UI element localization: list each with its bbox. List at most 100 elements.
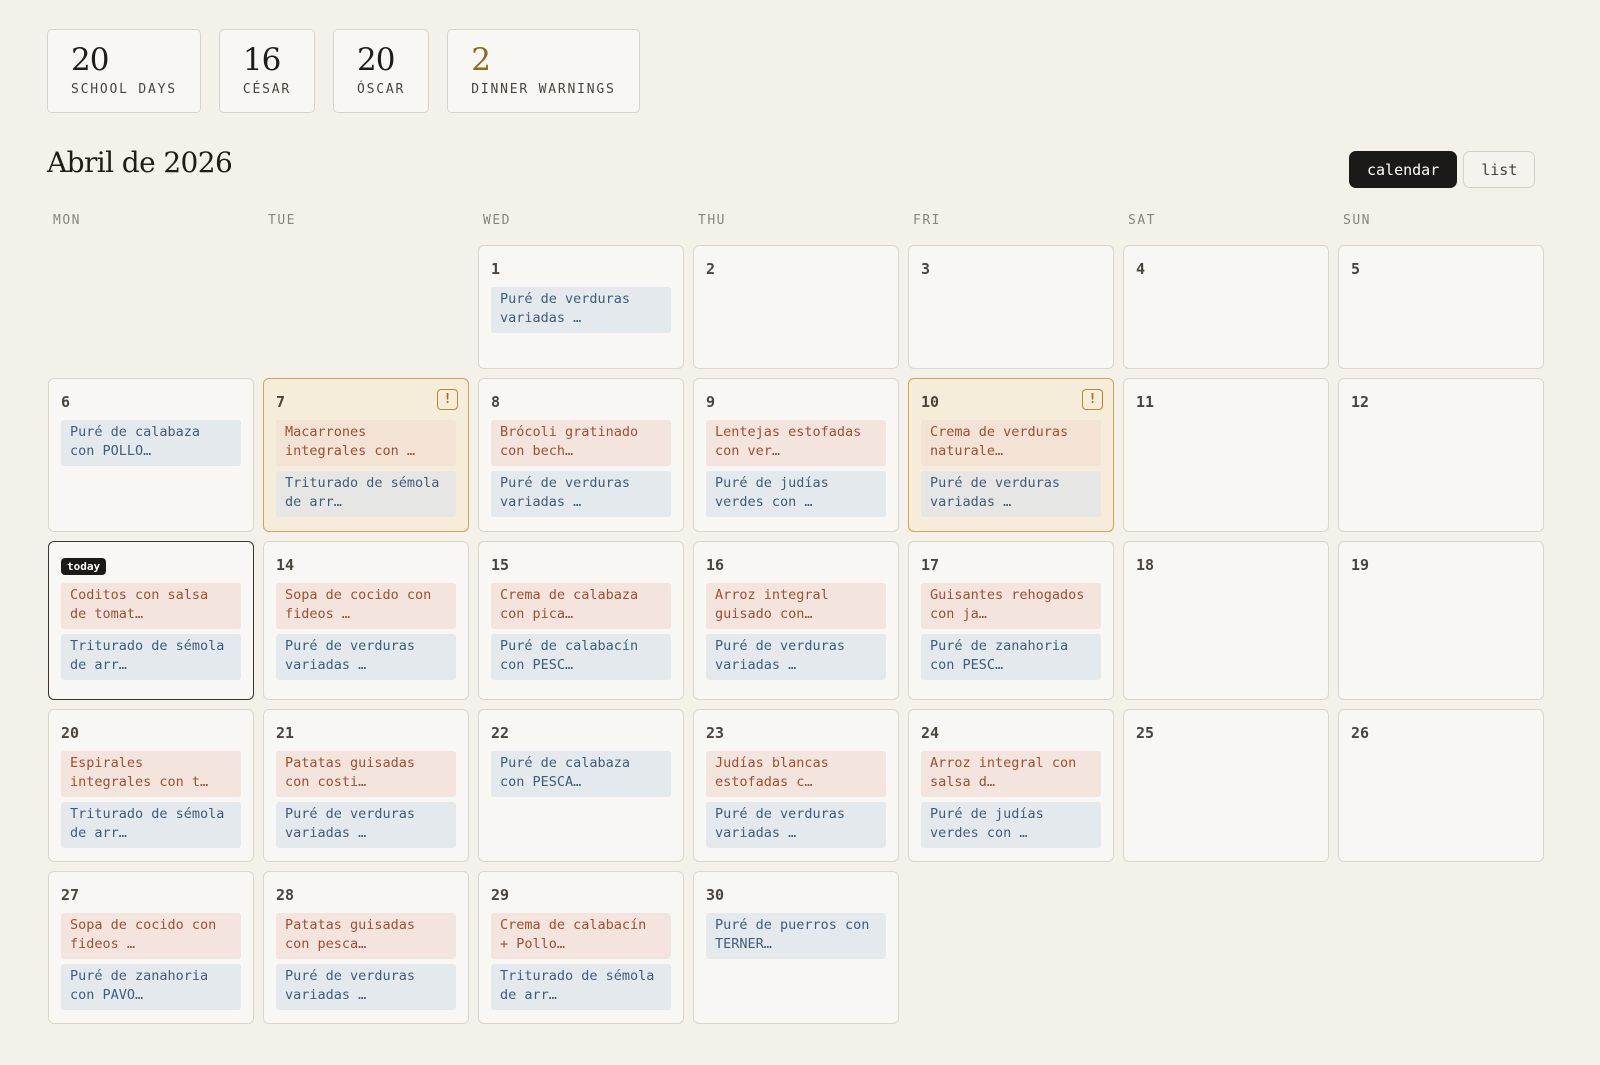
day-number: 9 [706, 393, 716, 411]
day-number: 15 [491, 556, 510, 574]
dinner-meal[interactable]: Puré de verduras variadas … [921, 471, 1101, 517]
stat-value: 16 [242, 42, 281, 78]
day-number: 30 [706, 886, 725, 904]
calendar-day[interactable]: 26 [1338, 709, 1544, 862]
lunch-meal[interactable]: Brócoli gratinado con bech… [491, 420, 671, 466]
calendar-day[interactable]: 7! Macarrones integrales con … Triturado d… [263, 378, 469, 532]
calendar-day[interactable]: 29 Crema de calabacín + Pollo… Triturado d… [478, 871, 684, 1024]
calendar-day[interactable]: 3 [908, 245, 1114, 369]
calendar-day[interactable]: 19 [1338, 541, 1544, 700]
day-number: 8 [491, 393, 501, 411]
dinner-meal[interactable]: Puré de calabaza con PESCA… [491, 751, 671, 797]
day-number: 18 [1136, 556, 1155, 574]
day-number: 7 [276, 393, 286, 411]
dinner-meal[interactable]: Puré de verduras variadas … [276, 964, 456, 1010]
calendar-day[interactable]: 17 Guisantes rehogados con ja… Puré de zan… [908, 541, 1114, 700]
dinner-meal[interactable]: Puré de zanahoria con PESC… [921, 634, 1101, 680]
calendar-day[interactable]: 16 Arroz integral guisado con… Puré de ver… [693, 541, 899, 700]
calendar-day[interactable]: 2 [693, 245, 899, 369]
lunch-meal[interactable]: Sopa de cocido con fideos … [276, 583, 456, 629]
dinner-meal[interactable]: Triturado de sémola de arr… [491, 964, 671, 1010]
calendar-day[interactable]: 20 Espirales integrales con t… Triturado d… [48, 709, 254, 862]
lunch-meal[interactable]: Patatas guisadas con costi… [276, 751, 456, 797]
calendar-day[interactable]: 27 Sopa de cocido con fideos … Puré de zan… [48, 871, 254, 1024]
day-number: 1 [491, 260, 501, 278]
day-number: 29 [491, 886, 510, 904]
stat-label: ÓSCAR [357, 82, 406, 97]
stat-value: 20 [357, 42, 395, 78]
day-number: 16 [706, 556, 725, 574]
calendar-day[interactable]: 6 Puré de calabaza con POLLO… [48, 378, 254, 532]
day-number: 3 [921, 260, 931, 278]
day-header: today [61, 556, 241, 578]
dinner-meal[interactable]: Puré de judías verdes con … [921, 802, 1101, 848]
lunch-meal[interactable]: Sopa de cocido con fideos … [61, 913, 241, 959]
dinner-meal[interactable]: Puré de verduras variadas … [276, 802, 456, 848]
calendar-day[interactable]: 5 [1338, 245, 1544, 369]
calendar-day[interactable]: 8 Brócoli gratinado con bech… Puré de verd… [478, 378, 684, 532]
dinner-meal[interactable]: Puré de calabacín con PESC… [491, 634, 671, 680]
lunch-meal[interactable]: Arroz integral guisado con… [706, 583, 886, 629]
dinner-meal[interactable]: Puré de puerros con TERNER… [706, 913, 886, 959]
calendar-day[interactable]: 25 [1123, 709, 1329, 862]
day-number: 11 [1136, 393, 1155, 411]
calendar-day[interactable]: 18 [1123, 541, 1329, 700]
calendar-day[interactable]: 14 Sopa de cocido con fideos … Puré de ver… [263, 541, 469, 700]
dinner-meal[interactable]: Puré de zanahoria con PAVO… [61, 964, 241, 1010]
dinner-meal[interactable]: Puré de verduras variadas … [276, 634, 456, 680]
stat-label: DINNER WARNINGS [471, 82, 616, 97]
day-number: 10 [921, 393, 940, 411]
day-number: 12 [1351, 393, 1370, 411]
list-view-button[interactable]: list [1463, 151, 1536, 188]
calendar-day[interactable]: 21 Patatas guisadas con costi… Puré de ver… [263, 709, 469, 862]
dinner-meal[interactable]: Puré de judías verdes con … [706, 471, 886, 517]
calendar-day[interactable]: 15 Crema de calabaza con pica… Puré de cal… [478, 541, 684, 700]
calendar-day[interactable]: 24 Arroz integral con salsa d… Puré de jud… [908, 709, 1114, 862]
lunch-meal[interactable]: Lentejas estofadas con ver… [706, 420, 886, 466]
day-number: 21 [276, 724, 295, 742]
calendar-view-button[interactable]: calendar [1349, 151, 1458, 188]
day-number: 19 [1351, 556, 1370, 574]
lunch-meal[interactable]: Crema de verduras naturale… [921, 420, 1101, 466]
calendar-day[interactable]: 11 [1123, 378, 1329, 532]
dinner-meal[interactable]: Puré de verduras variadas … [491, 471, 671, 517]
calendar-day[interactable]: 22 Puré de calabaza con PESCA… [478, 709, 684, 862]
calendar-day[interactable]: 30 Puré de puerros con TERNER… [693, 871, 899, 1024]
calendar-day[interactable]: 4 [1123, 245, 1329, 369]
dinner-meal[interactable]: Triturado de sémola de arr… [276, 471, 456, 517]
dinner-meal[interactable]: Triturado de sémola de arr… [61, 634, 241, 680]
day-number: 27 [61, 886, 80, 904]
lunch-meal[interactable]: Guisantes rehogados con ja… [921, 583, 1101, 629]
calendar-day[interactable]: 23 Judías blancas estofadas c… Puré de ver… [693, 709, 899, 862]
stat-value: 2 [471, 42, 491, 78]
dinner-meal[interactable]: Puré de verduras variadas … [706, 802, 886, 848]
dinner-meal[interactable]: Puré de verduras variadas … [491, 287, 671, 333]
calendar-day[interactable]: 9 Lentejas estofadas con ver… Puré de judí… [693, 378, 899, 532]
dinner-meal[interactable]: Puré de verduras variadas … [706, 634, 886, 680]
stat-dinner-warnings: 2 DINNER WARNINGS [447, 29, 640, 113]
day-number: 20 [61, 724, 80, 742]
lunch-meal[interactable]: Espirales integrales con t… [61, 751, 241, 797]
lunch-meal[interactable]: Coditos con salsa de tomat… [61, 583, 241, 629]
today-badge: today [61, 558, 107, 575]
day-number: 4 [1136, 260, 1146, 278]
calendar-day[interactable]: 12 [1338, 378, 1544, 532]
day-number: 22 [491, 724, 510, 742]
calendar-day[interactable]: 1 Puré de verduras variadas … [478, 245, 684, 369]
calendar-day-today[interactable]: today Coditos con salsa de tomat… Triturad… [48, 541, 254, 700]
dinner-meal[interactable]: Puré de calabaza con POLLO… [61, 420, 241, 466]
lunch-meal[interactable]: Judías blancas estofadas c… [706, 751, 886, 797]
lunch-meal[interactable]: Crema de calabaza con pica… [491, 583, 671, 629]
weekday-label: MON [53, 213, 81, 228]
lunch-meal[interactable]: Arroz integral con salsa d… [921, 751, 1101, 797]
dinner-meal[interactable]: Triturado de sémola de arr… [61, 802, 241, 848]
lunch-meal[interactable]: Macarrones integrales con … [276, 420, 456, 466]
day-number: 24 [921, 724, 940, 742]
calendar-day[interactable]: 28 Patatas guisadas con pesca… Puré de ver… [263, 871, 469, 1024]
stat-oscar: 20 ÓSCAR [333, 29, 430, 113]
lunch-meal[interactable]: Crema de calabacín + Pollo… [491, 913, 671, 959]
lunch-meal[interactable]: Patatas guisadas con pesca… [276, 913, 456, 959]
day-number: 5 [1351, 260, 1361, 278]
stat-school-days: 20 SCHOOL DAYS [47, 29, 201, 113]
calendar-day[interactable]: 10! Crema de verduras naturale… Puré de ve… [908, 378, 1114, 532]
